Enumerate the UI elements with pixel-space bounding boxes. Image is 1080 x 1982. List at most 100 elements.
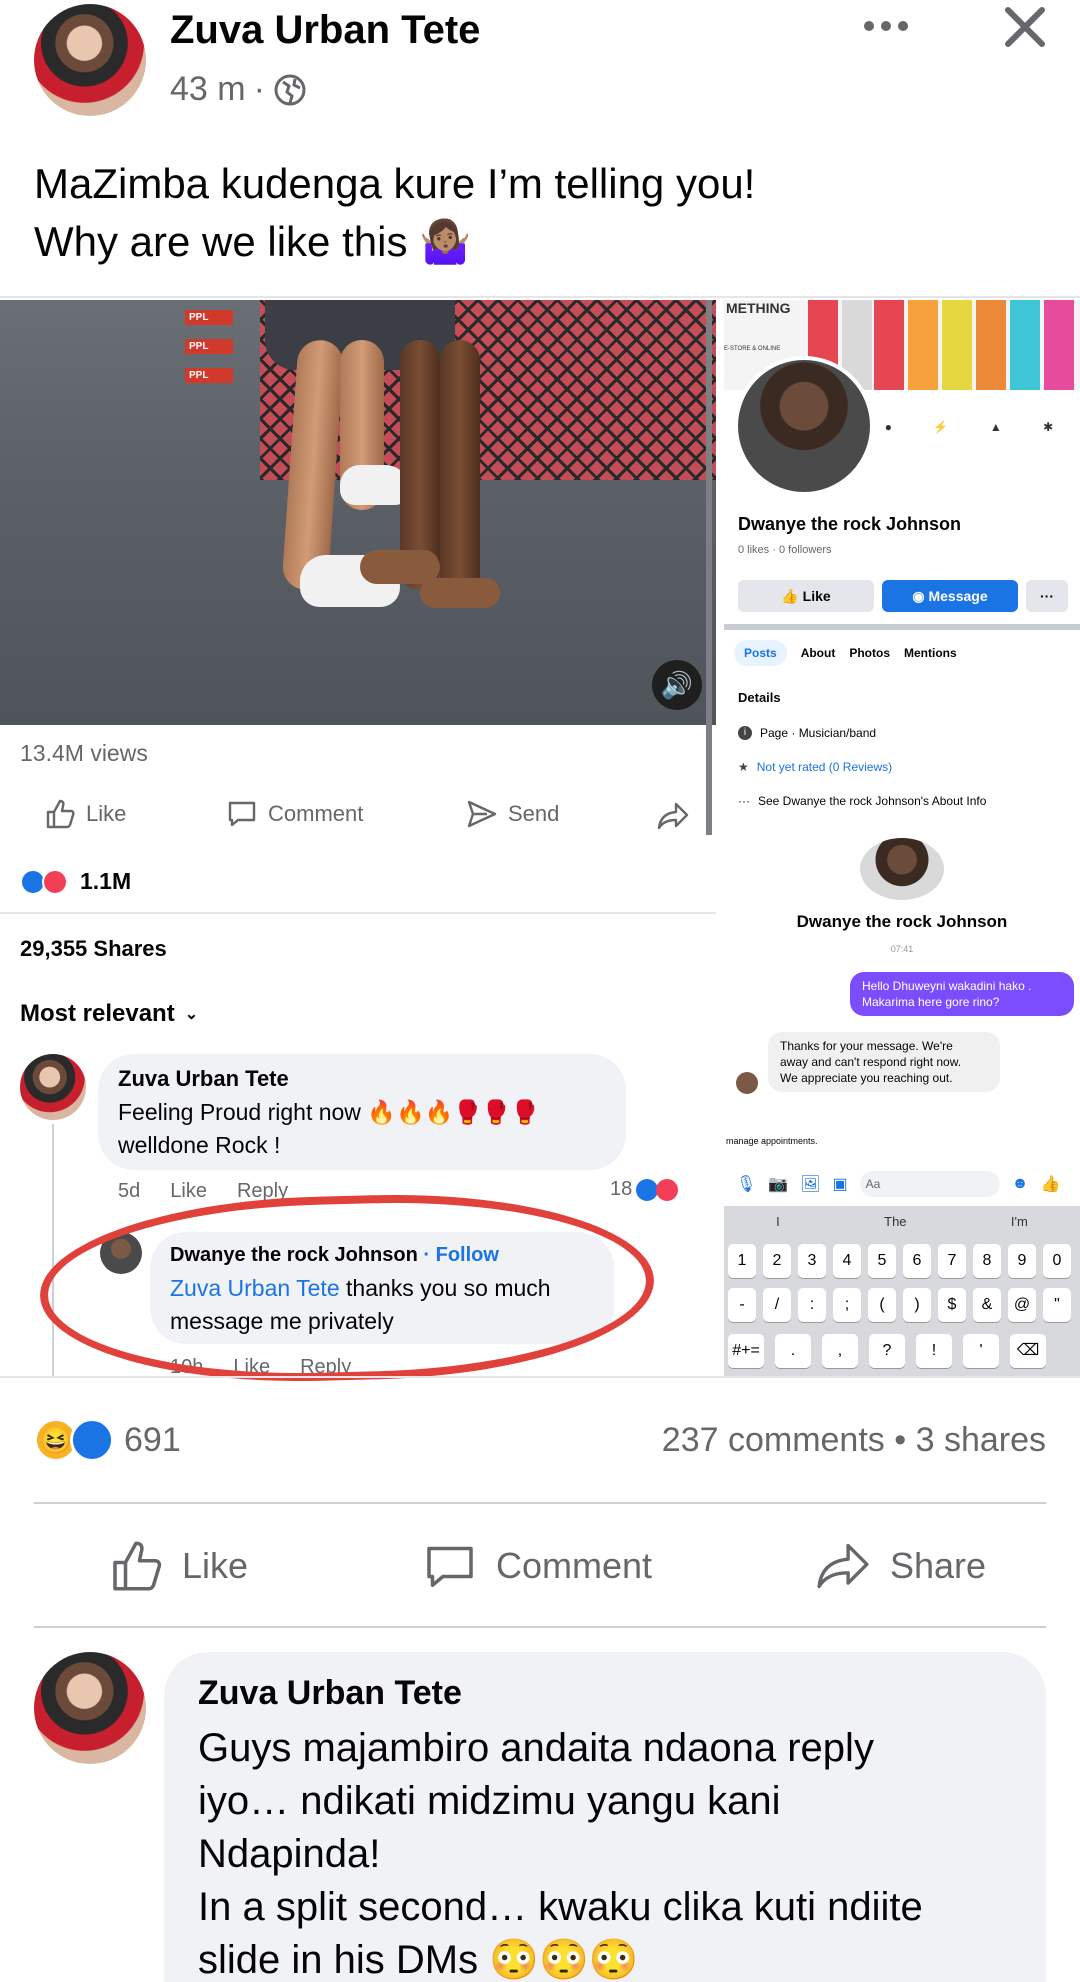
video-comment-button[interactable]: Comment — [226, 798, 363, 830]
keyboard-key[interactable]: - — [728, 1288, 756, 1322]
bottom-comment-author[interactable]: Zuva Urban Tete — [198, 1674, 462, 1713]
page-more-button[interactable]: ··· — [1026, 580, 1068, 612]
suggestion-3[interactable]: I'm — [1011, 1214, 1028, 1229]
keyboard-key[interactable]: : — [798, 1288, 826, 1322]
keyboard-key[interactable]: 3 — [798, 1244, 826, 1278]
comment-icon — [228, 801, 256, 827]
comment-button[interactable]: Comment — [422, 1538, 652, 1594]
detail-rating: Not yet rated (0 Reviews) — [756, 760, 893, 774]
share-button[interactable]: Share — [814, 1538, 986, 1594]
keyboard-key[interactable]: ! — [916, 1334, 952, 1368]
keyboard-key[interactable]: ' — [963, 1334, 999, 1368]
video-like-button[interactable]: Like — [44, 798, 126, 830]
keyboard-key[interactable]: $ — [938, 1288, 966, 1322]
keyboard-key[interactable]: 1 — [728, 1244, 756, 1278]
outgoing-line1: Hello Dhuweyni wakadini hako . — [862, 979, 1032, 993]
detail-about: See Dwanye the rock Johnson's About Info — [758, 794, 987, 808]
keyboard-key[interactable]: 8 — [973, 1244, 1001, 1278]
tab-about[interactable]: About — [801, 646, 836, 660]
chevron-down-icon: ⌄ — [184, 1006, 199, 1023]
incoming-line1: Thanks for your message. We're — [780, 1039, 953, 1053]
image-icon[interactable]: 🖼 — [800, 1174, 820, 1194]
sticker-icon[interactable]: ▣ — [833, 1174, 848, 1194]
keyboard-key[interactable]: ) — [903, 1288, 931, 1322]
volume-icon[interactable]: 🔊 — [652, 660, 702, 710]
messenger-icon: ◉ — [912, 587, 929, 604]
thumbs-up-send-icon[interactable]: 👍 — [1041, 1174, 1061, 1194]
globe-icon — [274, 74, 306, 105]
comments-shares-count[interactable]: 237 comments • 3 shares — [662, 1421, 1046, 1460]
video-send-button[interactable]: Send — [466, 798, 559, 830]
page-name[interactable]: Dwanye the rock Johnson — [738, 514, 961, 535]
like-label: Like — [182, 1545, 249, 1586]
close-icon[interactable] — [1002, 4, 1048, 50]
keyboard-key[interactable]: " — [1043, 1288, 1071, 1322]
incoming-message: Thanks for your message. We're away and … — [768, 1032, 1000, 1092]
camera-icon[interactable]: 📷 — [768, 1174, 788, 1194]
banner-subtitle: E-STORE & ONLINE — [724, 346, 781, 352]
divider — [34, 1502, 1046, 1504]
tab-photos[interactable]: Photos — [849, 646, 890, 660]
commenter-avatar[interactable] — [20, 1054, 86, 1120]
keyboard-key[interactable]: ( — [868, 1288, 896, 1322]
sort-dropdown[interactable]: Most relevant ⌄ — [20, 1000, 198, 1028]
author-avatar[interactable] — [34, 4, 146, 116]
scrollbar[interactable] — [706, 300, 712, 835]
keyboard-key[interactable]: ? — [869, 1334, 905, 1368]
keyboard-key[interactable]: , — [822, 1334, 858, 1368]
keyboard-key[interactable]: . — [775, 1334, 811, 1368]
post-reactions-summary[interactable]: 😆 691 — [34, 1418, 181, 1462]
comment-reactions-count: 18 — [610, 1178, 633, 1200]
page-like-button[interactable]: 👍 Like — [738, 580, 874, 612]
suggestion-2[interactable]: The — [884, 1214, 906, 1229]
more-options-button[interactable] — [864, 6, 920, 46]
video-send-label: Send — [508, 801, 560, 826]
star-icon: ★ — [738, 760, 749, 774]
emoji-icon[interactable]: ☻ — [1012, 1175, 1029, 1193]
keyboard-key[interactable]: @ — [1008, 1288, 1036, 1322]
foot — [420, 578, 500, 608]
detail-rating-row[interactable]: ★ Not yet rated (0 Reviews) — [738, 760, 892, 774]
keyboard-key[interactable]: / — [763, 1288, 791, 1322]
keyboard-key[interactable]: ⌫ — [1010, 1334, 1046, 1368]
keyboard-key[interactable]: & — [973, 1288, 1001, 1322]
like-button[interactable]: Like — [108, 1538, 248, 1594]
info-icon: i — [738, 726, 752, 740]
thumbs-up-icon: 👍 — [781, 587, 803, 604]
suggestion-1[interactable]: I — [776, 1214, 780, 1229]
bottom-comment-line3: Ndapinda! — [198, 1832, 381, 1876]
message-input[interactable]: Aa — [859, 1171, 1000, 1197]
keyboard-key[interactable]: 2 — [763, 1244, 791, 1278]
video-thumbnail[interactable]: PPL PPL PPL 🔊 — [0, 300, 716, 725]
post-author-name[interactable]: Zuva Urban Tete — [170, 8, 480, 53]
video-shares[interactable]: 29,355 Shares — [20, 936, 167, 962]
detail-about-row[interactable]: ··· See Dwanye the rock Johnson's About … — [738, 794, 986, 808]
keyboard-key[interactable]: 5 — [868, 1244, 896, 1278]
mic-icon[interactable]: 🎙 — [736, 1174, 756, 1194]
post-time-separator: · — [253, 70, 265, 108]
comment-like-link[interactable]: Like — [170, 1180, 207, 1203]
keyboard-key[interactable]: 6 — [903, 1244, 931, 1278]
page-message-label: Message — [928, 588, 988, 604]
keyboard-key[interactable]: ; — [833, 1288, 861, 1322]
like-icon — [113, 1541, 162, 1591]
keyboard-key[interactable]: 0 — [1043, 1244, 1071, 1278]
comment-reactions[interactable]: 18 — [610, 1178, 679, 1201]
keyboard-key[interactable]: 9 — [1008, 1244, 1036, 1278]
video-reactions[interactable]: 1.1M — [20, 868, 131, 895]
page-message-button[interactable]: ◉ Message — [882, 580, 1018, 612]
comment-author[interactable]: Zuva Urban Tete — [118, 1066, 289, 1092]
page-likes: 0 likes — [738, 544, 770, 556]
tab-mentions[interactable]: Mentions — [904, 646, 957, 660]
outgoing-line2: Makarima here gore rino? — [862, 995, 1000, 1009]
page-profile-picture[interactable] — [734, 356, 874, 496]
share-icon[interactable] — [656, 800, 690, 832]
tab-posts[interactable]: Posts — [734, 640, 787, 666]
keyboard-key[interactable]: 4 — [833, 1244, 861, 1278]
keyboard-key[interactable]: 7 — [938, 1244, 966, 1278]
keyboard-key[interactable]: #+= — [728, 1334, 764, 1368]
cover-icons: ● ⚡ ▲ ✱ — [884, 420, 1054, 434]
bottom-commenter-avatar[interactable] — [34, 1652, 146, 1764]
send-icon — [467, 800, 497, 828]
detail-page-row: i Page · Musician/band — [738, 726, 876, 740]
